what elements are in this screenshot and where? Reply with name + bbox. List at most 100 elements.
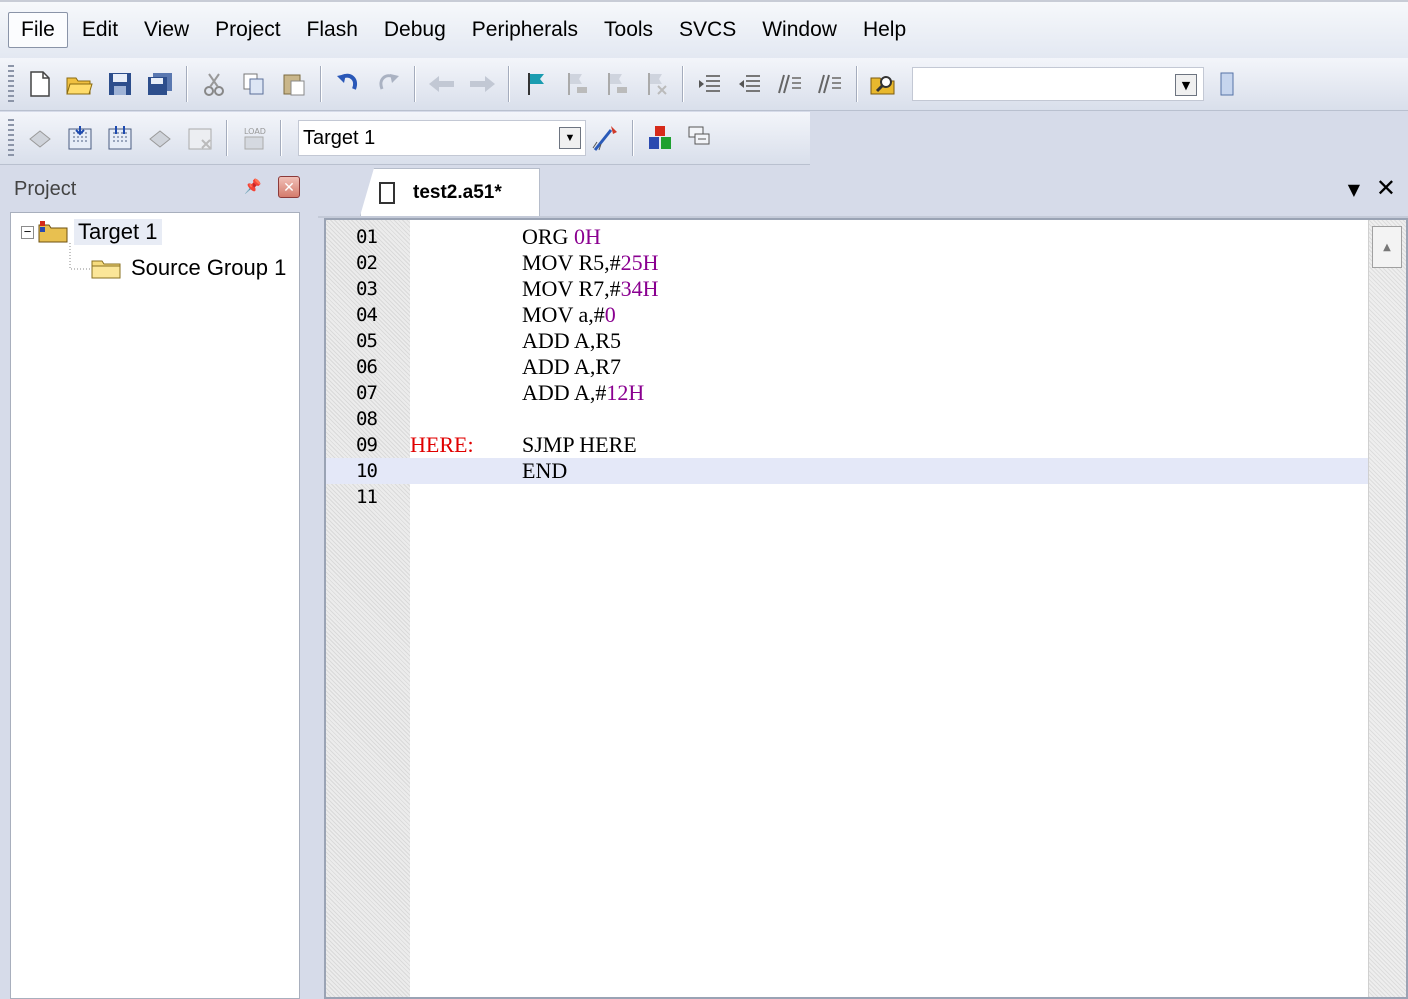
- toolbar-separator: [320, 66, 322, 102]
- code-line[interactable]: 09 HERE: SJMP HERE: [326, 432, 1368, 458]
- code-line[interactable]: 03 MOV R7,#34H: [326, 276, 1368, 302]
- save-all-icon[interactable]: [145, 69, 175, 99]
- copy-icon[interactable]: [239, 69, 269, 99]
- manage-components-icon[interactable]: [645, 123, 675, 153]
- code-lines[interactable]: 01 ORG 0H 02 MOV R5,#25H 03 MOV R7,#34H 04 MOV …: [326, 224, 1368, 510]
- code-line[interactable]: 01 ORG 0H: [326, 224, 1368, 250]
- find-combo-box[interactable]: ▼: [912, 67, 1204, 101]
- close-icon[interactable]: ✕: [278, 176, 300, 198]
- document-icon: [379, 181, 395, 204]
- code-text: ORG: [522, 224, 574, 249]
- code-label: HERE:: [410, 432, 474, 457]
- toolbar-separator: [226, 120, 228, 156]
- code-line[interactable]: 10 END: [326, 458, 1368, 484]
- code-line[interactable]: 04 MOV a,#0: [326, 302, 1368, 328]
- code-line[interactable]: 08: [326, 406, 1368, 432]
- pin-icon[interactable]: 📌: [244, 178, 261, 195]
- configure-icon[interactable]: [1212, 69, 1242, 99]
- code-instruction: END: [522, 458, 567, 484]
- line-number: 02: [356, 252, 378, 274]
- prev-bookmark-icon[interactable]: [561, 69, 591, 99]
- code-line[interactable]: 11: [326, 484, 1368, 510]
- toolbar-separator: [632, 120, 634, 156]
- menu-window[interactable]: Window: [750, 13, 849, 47]
- open-folder-icon[interactable]: [65, 69, 95, 99]
- tree-item-label: Target 1: [74, 219, 162, 245]
- menu-help[interactable]: Help: [851, 13, 918, 47]
- menu-tools[interactable]: Tools: [592, 13, 665, 47]
- tree-item-source-group[interactable]: Source Group 1: [91, 255, 286, 281]
- tab-test2-a51[interactable]: test2.a51*: [360, 168, 540, 216]
- select-packs-icon[interactable]: [685, 123, 715, 153]
- target-select-value: Target 1: [303, 127, 376, 149]
- next-bookmark-icon[interactable]: [601, 69, 631, 99]
- menu-view[interactable]: View: [132, 13, 201, 47]
- rebuild-icon[interactable]: [105, 123, 135, 153]
- code-instruction: MOV R7,#34H: [522, 276, 659, 302]
- bookmark-icon[interactable]: [521, 69, 551, 99]
- new-file-icon[interactable]: [25, 69, 55, 99]
- find-in-files-icon[interactable]: [869, 69, 899, 99]
- save-icon[interactable]: [105, 69, 135, 99]
- download-icon[interactable]: LOAD: [239, 123, 269, 153]
- code-instruction: ADD A,#12H: [522, 380, 644, 406]
- code-line[interactable]: 06 ADD A,R7: [326, 354, 1368, 380]
- tab-list-icon[interactable]: ▼: [1348, 180, 1360, 199]
- navigate-forward-icon[interactable]: [467, 69, 497, 99]
- cut-icon[interactable]: [199, 69, 229, 99]
- code-editor[interactable]: 01 ORG 0H 02 MOV R5,#25H 03 MOV R7,#34H 04 MOV …: [324, 218, 1408, 999]
- menu-peripherals[interactable]: Peripherals: [460, 13, 590, 47]
- target-folder-icon: [38, 221, 68, 243]
- chevron-down-icon[interactable]: ▼: [559, 127, 581, 149]
- batch-build-icon[interactable]: [145, 123, 175, 153]
- menu-project[interactable]: Project: [203, 13, 292, 47]
- code-number-literal: 34H: [620, 276, 659, 301]
- chevron-down-icon[interactable]: ▼: [1175, 74, 1197, 96]
- menu-svcs[interactable]: SVCS: [667, 13, 748, 47]
- navigate-back-icon[interactable]: [427, 69, 457, 99]
- code-line[interactable]: 02 MOV R5,#25H: [326, 250, 1368, 276]
- close-icon[interactable]: ✕: [1376, 174, 1396, 203]
- vertical-scrollbar[interactable]: ▲: [1368, 220, 1406, 997]
- tree-item-label: Source Group 1: [131, 255, 287, 280]
- uncomment-icon[interactable]: [815, 69, 845, 99]
- code-line[interactable]: 05 ADD A,R5: [326, 328, 1368, 354]
- code-number-literal: 0: [604, 302, 616, 327]
- unindent-icon[interactable]: [735, 69, 765, 99]
- code-instruction: ADD A,R7: [522, 354, 621, 380]
- paste-icon[interactable]: [279, 69, 309, 99]
- editor-area: test2.a51* ▼ ✕ 01 ORG 0H 02 MOV R5,#25H 03 MO…: [318, 168, 1408, 999]
- line-number: 06: [356, 356, 378, 378]
- menu-debug[interactable]: Debug: [372, 13, 458, 47]
- menu-flash[interactable]: Flash: [295, 13, 370, 47]
- toolbar-grip[interactable]: [8, 65, 14, 103]
- code-instruction: ORG 0H: [522, 224, 601, 250]
- scroll-up-icon[interactable]: ▲: [1372, 226, 1402, 268]
- target-select[interactable]: Target 1 ▼: [298, 120, 586, 156]
- menu-file[interactable]: File: [8, 12, 68, 48]
- tab-title: test2.a51*: [413, 181, 502, 203]
- code-instruction: SJMP HERE: [522, 432, 637, 458]
- redo-icon[interactable]: [373, 69, 403, 99]
- toolbar-separator: [280, 120, 282, 156]
- code-text: MOV a,#: [522, 302, 605, 327]
- clear-bookmarks-icon[interactable]: [641, 69, 671, 99]
- indent-icon[interactable]: [695, 69, 725, 99]
- comment-icon[interactable]: [775, 69, 805, 99]
- project-panel: Project 📌 ✕ − Target 1 Source Group 1: [0, 168, 312, 999]
- toolbar-grip[interactable]: [8, 119, 14, 157]
- find-input[interactable]: [917, 68, 1161, 100]
- stop-build-icon[interactable]: [185, 123, 215, 153]
- editor-tab-strip: test2.a51* ▼ ✕: [318, 168, 1408, 218]
- file-toolbar: ▼: [0, 58, 1408, 111]
- build-icon[interactable]: [65, 123, 95, 153]
- undo-icon[interactable]: [333, 69, 363, 99]
- tree-item-target[interactable]: − Target 1: [21, 219, 162, 245]
- code-line[interactable]: 07 ADD A,#12H: [326, 380, 1368, 406]
- target-options-icon[interactable]: [591, 123, 621, 153]
- menu-edit[interactable]: Edit: [70, 13, 130, 47]
- translate-icon[interactable]: [25, 123, 55, 153]
- project-tree[interactable]: − Target 1 Source Group 1: [10, 212, 300, 999]
- code-number-literal: 25H: [620, 250, 659, 275]
- collapse-icon[interactable]: −: [21, 225, 34, 239]
